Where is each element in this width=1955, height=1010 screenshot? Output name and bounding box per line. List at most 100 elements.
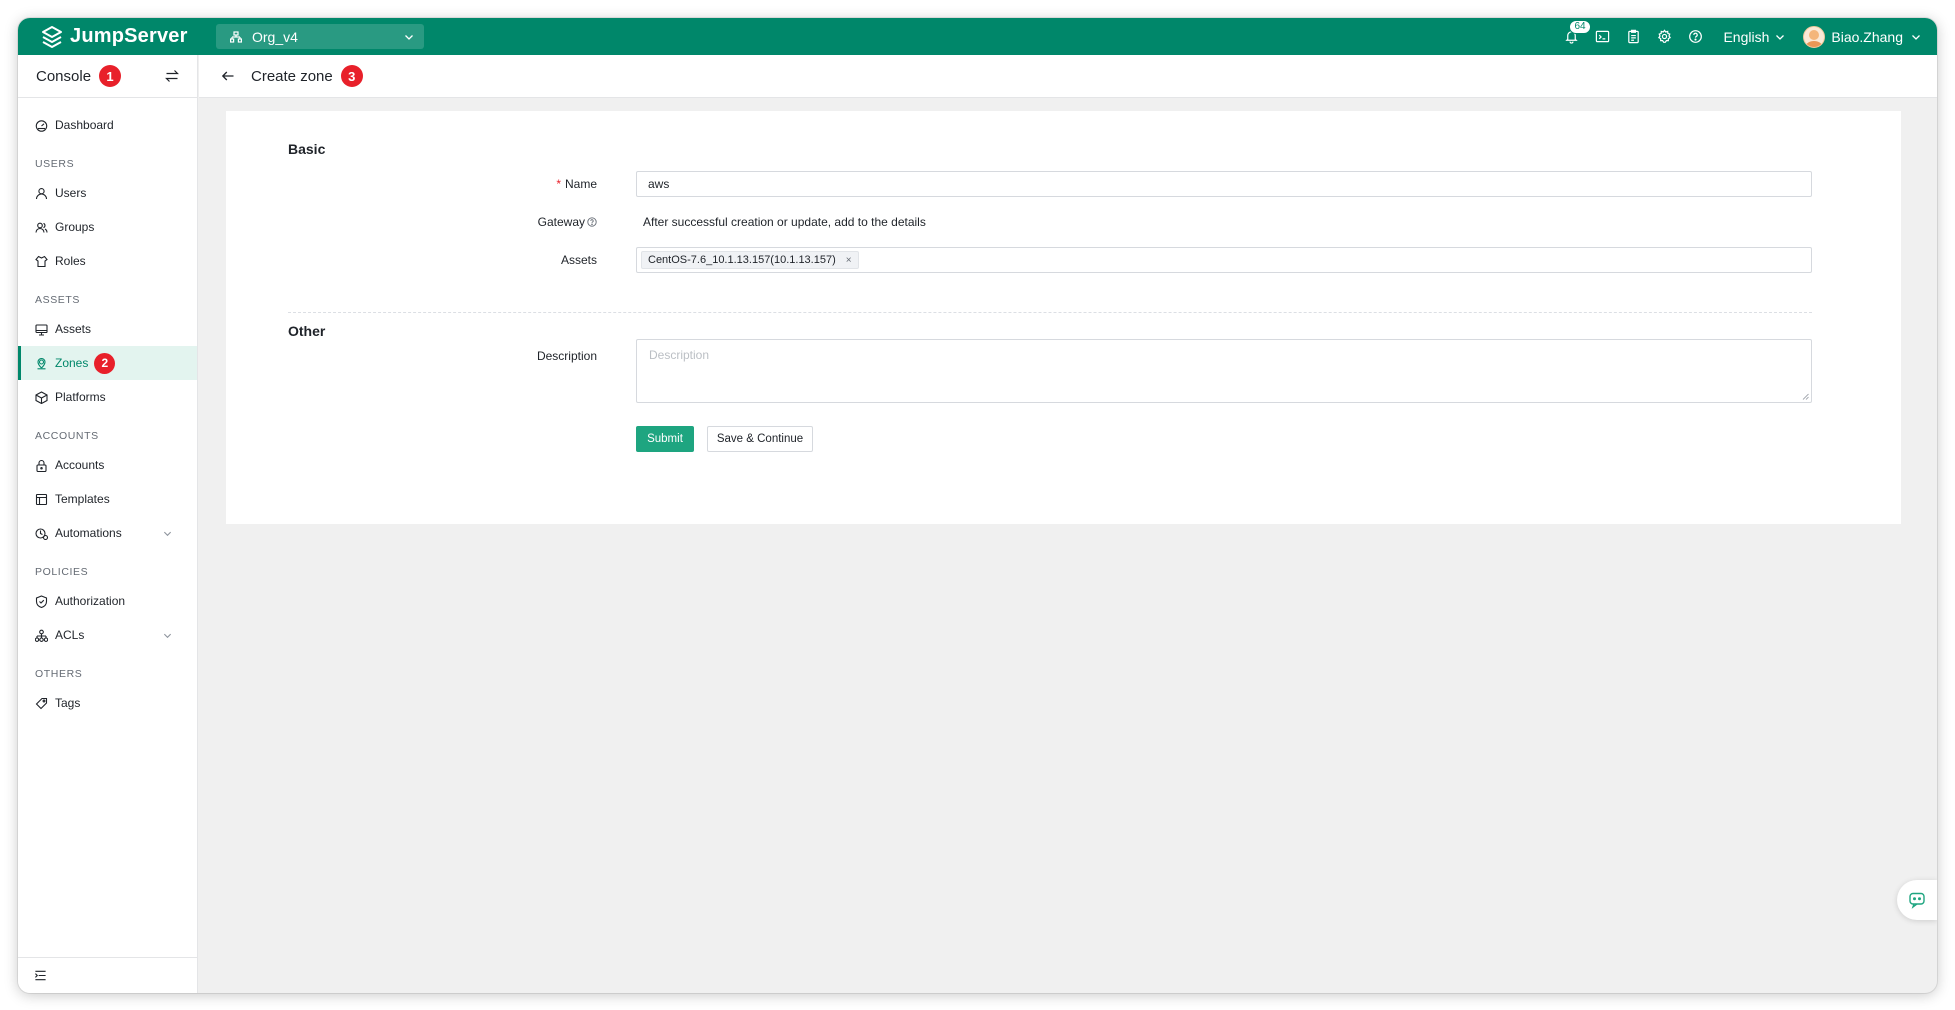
save-continue-button[interactable]: Save & Continue bbox=[707, 426, 813, 452]
switch-view-icon[interactable] bbox=[165, 69, 179, 83]
step-marker: 3 bbox=[340, 65, 363, 87]
top-right-tools: 64 English Biao.Zhang bbox=[1556, 18, 1921, 55]
org-icon bbox=[230, 30, 242, 43]
automation-icon bbox=[35, 527, 48, 540]
name-label: * Name bbox=[556, 177, 597, 191]
chat-assistant-button[interactable] bbox=[1897, 880, 1937, 920]
help-button[interactable] bbox=[1680, 18, 1711, 55]
sidebar-item-accounts[interactable]: Accounts bbox=[18, 448, 197, 482]
top-bar: JumpServer Org_v4 64 English Biao.Zhang bbox=[18, 18, 1937, 55]
sidebar-item-platforms[interactable]: Platforms bbox=[18, 380, 197, 414]
submit-button[interactable]: Submit bbox=[636, 426, 694, 452]
terminal-icon bbox=[1596, 30, 1610, 43]
asset-tag-label: CentOS-7.6_10.1.13.157(10.1.13.157) bbox=[648, 254, 836, 266]
sidebar-item-roles[interactable]: Roles bbox=[18, 244, 197, 278]
back-arrow-icon[interactable] bbox=[221, 69, 235, 83]
sidebar-item-zones[interactable]: Zones 2 bbox=[18, 346, 197, 380]
description-textarea[interactable]: Description bbox=[636, 339, 1812, 403]
sidebar-item-label: Roles bbox=[55, 254, 86, 268]
role-icon bbox=[35, 255, 48, 267]
sidebar-item-label: Users bbox=[55, 186, 87, 200]
sidebar-header: Console 1 bbox=[18, 55, 197, 98]
template-icon bbox=[35, 493, 48, 505]
resize-handle-icon[interactable] bbox=[1802, 393, 1809, 400]
chevron-down-icon bbox=[163, 633, 172, 639]
sidebar-item-templates[interactable]: Templates bbox=[18, 482, 197, 516]
notifications-button[interactable]: 64 bbox=[1556, 18, 1591, 55]
language-label: English bbox=[1723, 28, 1770, 45]
collapse-sidebar-icon[interactable] bbox=[34, 969, 47, 982]
sidebar-item-groups[interactable]: Groups bbox=[18, 210, 197, 244]
app-name: JumpServer bbox=[70, 25, 188, 47]
tag-remove-button[interactable]: × bbox=[846, 255, 852, 266]
user-name: Biao.Zhang bbox=[1831, 28, 1903, 45]
sidebar-item-label: Assets bbox=[55, 322, 92, 336]
tickets-button[interactable] bbox=[1618, 18, 1649, 55]
settings-button[interactable] bbox=[1649, 18, 1680, 55]
chat-icon bbox=[1909, 892, 1925, 909]
step-marker: 2 bbox=[94, 352, 116, 374]
language-selector[interactable]: English bbox=[1723, 29, 1785, 45]
sidebar-item-authorization[interactable]: Authorization bbox=[18, 584, 197, 618]
jumpserver-logo-icon bbox=[42, 25, 62, 48]
description-placeholder: Description bbox=[649, 348, 710, 362]
assets-label: Assets bbox=[560, 253, 597, 267]
chevron-down-icon bbox=[405, 34, 413, 40]
sidebar: Console 1 Dashboard USERS Users Groups Roles… bbox=[18, 55, 198, 993]
org-name: Org_v4 bbox=[252, 28, 298, 45]
sidebar-item-users[interactable]: Users bbox=[18, 176, 197, 210]
sidebar-item-label: Platforms bbox=[55, 390, 106, 404]
help-icon bbox=[1689, 30, 1703, 43]
asset-tag: CentOS-7.6_10.1.13.157(10.1.13.157) × bbox=[641, 251, 859, 269]
basic-section-title: Basic bbox=[288, 141, 326, 157]
gateway-label: Gateway bbox=[397, 215, 597, 229]
clipboard-icon bbox=[1628, 29, 1640, 44]
sidebar-item-acls[interactable]: ACLs bbox=[18, 618, 197, 652]
sidebar-item-dashboard[interactable]: Dashboard bbox=[18, 108, 197, 142]
avatar bbox=[1803, 25, 1826, 48]
sidebar-item-label: Authorization bbox=[55, 594, 126, 608]
step-marker: 1 bbox=[99, 65, 122, 87]
org-selector[interactable]: Org_v4 bbox=[216, 24, 424, 49]
sidebar-item-label: Accounts bbox=[55, 458, 105, 472]
sidebar-item-label: Automations bbox=[55, 526, 122, 540]
sidebar-item-label: Zones bbox=[55, 356, 89, 370]
lock-icon bbox=[36, 459, 47, 472]
help-icon[interactable] bbox=[587, 217, 597, 227]
monitor-icon bbox=[35, 323, 48, 336]
sidebar-item-automations[interactable]: Automations bbox=[18, 516, 197, 550]
shield-icon bbox=[35, 594, 48, 608]
page-header: Create zone 3 bbox=[199, 55, 1937, 98]
description-label: Description bbox=[536, 349, 597, 363]
chevron-down-icon bbox=[1776, 34, 1785, 40]
sidebar-item-label: Templates bbox=[55, 492, 110, 506]
other-section-title: Other bbox=[288, 323, 326, 339]
chevron-down-icon bbox=[163, 531, 172, 537]
zone-icon bbox=[37, 357, 46, 369]
page-title: Create zone bbox=[251, 67, 333, 85]
gear-icon bbox=[1658, 29, 1672, 43]
sidebar-footer bbox=[18, 957, 197, 993]
app-logo[interactable]: JumpServer bbox=[40, 23, 188, 50]
acl-icon bbox=[35, 629, 48, 642]
nav-group-users: USERS bbox=[35, 158, 75, 170]
sidebar-item-assets[interactable]: Assets bbox=[18, 312, 197, 346]
dashboard-icon bbox=[35, 119, 48, 132]
group-icon bbox=[35, 222, 48, 233]
section-divider bbox=[288, 312, 1812, 313]
web-terminal-button[interactable] bbox=[1587, 18, 1618, 55]
assets-select[interactable]: CentOS-7.6_10.1.13.157(10.1.13.157) × bbox=[636, 247, 1812, 273]
app-window: JumpServer Org_v4 64 English Biao.Zhang … bbox=[18, 18, 1937, 993]
nav-group-policies: POLICIES bbox=[35, 566, 89, 578]
user-menu[interactable]: Biao.Zhang bbox=[1803, 25, 1921, 48]
tag-icon bbox=[35, 697, 48, 709]
sidebar-item-label: Groups bbox=[55, 220, 95, 234]
chevron-down-icon bbox=[1912, 34, 1920, 40]
sidebar-item-tags[interactable]: Tags bbox=[18, 686, 197, 720]
sidebar-item-label: Dashboard bbox=[55, 118, 114, 132]
name-input[interactable] bbox=[636, 171, 1812, 197]
nav-group-accounts: ACCOUNTS bbox=[35, 430, 99, 442]
gateway-note: After successful creation or update, add… bbox=[643, 215, 926, 229]
sidebar-item-label: ACLs bbox=[55, 628, 85, 642]
cube-icon bbox=[35, 390, 48, 404]
